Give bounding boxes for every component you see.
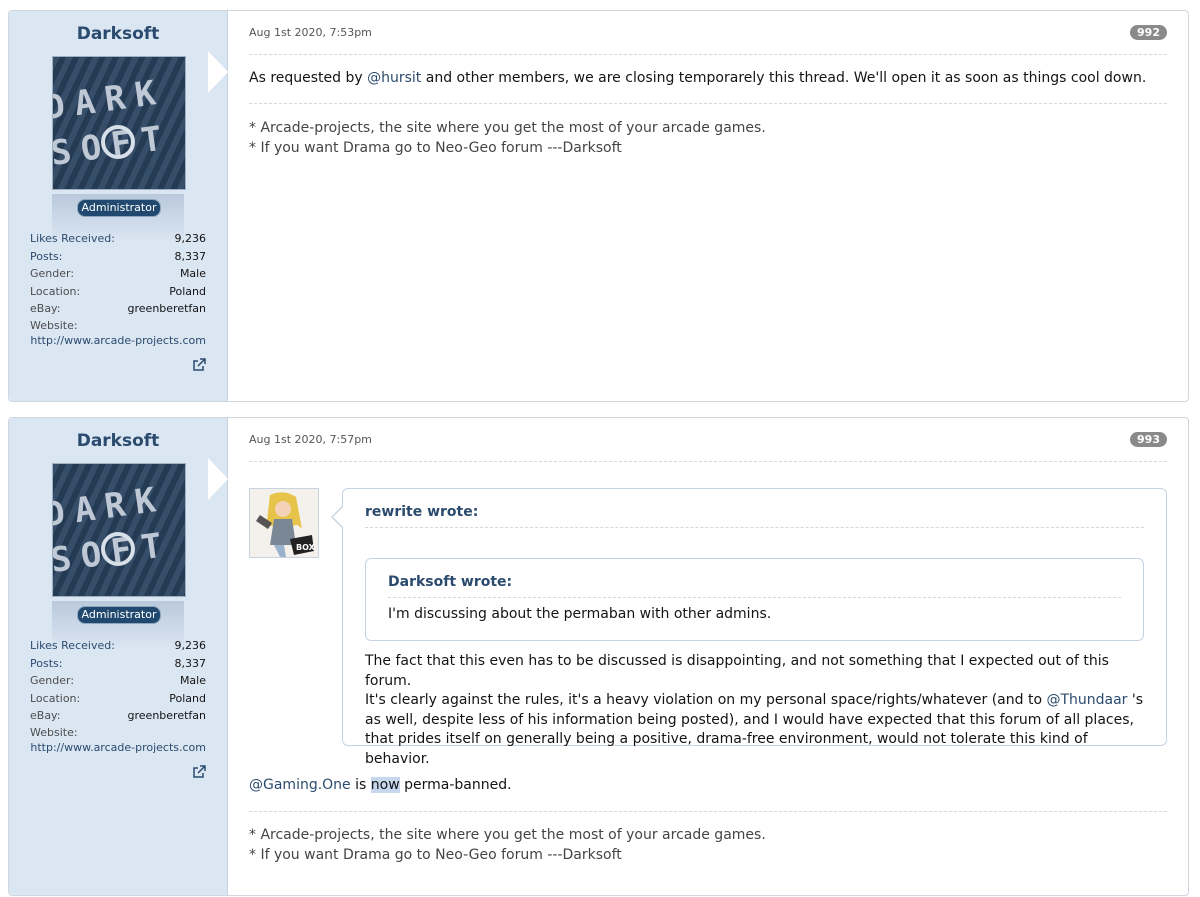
selected-text: now — [370, 777, 400, 793]
post-date[interactable]: Aug 1st 2020, 7:57pm — [249, 433, 372, 446]
mention-link[interactable]: @hursit — [367, 70, 421, 86]
message-text: is — [350, 777, 371, 793]
post-date[interactable]: Aug 1st 2020, 7:53pm — [249, 26, 372, 39]
stat-label: Gender: — [30, 674, 75, 687]
signature-line: * If you want Drama go to Neo-Geo forum … — [249, 139, 622, 156]
quote-block: rewrite wrote: Darksoft wrote: I'm discu… — [331, 488, 1167, 767]
website-label: Website: — [30, 318, 78, 332]
username-link[interactable]: Darksoft — [9, 431, 227, 451]
signature-divider — [249, 811, 1167, 812]
stat-value: 9,236 — [174, 232, 207, 245]
user-title-badge: Administrator — [77, 199, 161, 217]
mention-link[interactable]: @Gaming.One — [249, 777, 351, 793]
user-sidebar: Darksoft DARK SOFT Administrator Likes R… — [9, 418, 228, 895]
signature-line: * Arcade-projects, the site where you ge… — [249, 827, 766, 843]
avatar[interactable]: DARK SOFT — [52, 56, 186, 190]
stat-posts: Posts: 8,337 — [30, 655, 206, 673]
stat-ebay: eBay: greenberetfan — [30, 300, 206, 318]
quote-pointer-fill — [333, 506, 344, 528]
stat-label: eBay: — [30, 302, 61, 315]
post-number-badge[interactable]: 993 — [1130, 432, 1167, 447]
post-pointer — [208, 51, 228, 93]
post-content: Aug 1st 2020, 7:57pm 993 BOX rewrite wro… — [228, 418, 1188, 895]
avatar[interactable]: DARK SOFT — [52, 463, 186, 597]
stat-value: Poland — [169, 691, 206, 705]
message-text: perma-banned. — [399, 777, 512, 793]
stat-ebay: eBay: greenberetfan — [30, 707, 206, 725]
quote-avatar[interactable]: BOX — [249, 488, 319, 558]
stat-value: Poland — [169, 284, 206, 298]
quote-text: The fact that this even has to be discus… — [365, 652, 1148, 769]
divider — [249, 54, 1167, 55]
stat-label: eBay: — [30, 709, 61, 722]
stat-gender: Gender: Male — [30, 672, 206, 690]
post-message: @Gaming.One is now perma-banned. — [249, 776, 1167, 796]
svg-text:BOX: BOX — [296, 543, 316, 552]
nested-quote-text: I'm discussing about the permaban with o… — [388, 606, 772, 622]
stat-label: Gender: — [30, 267, 75, 280]
stat-value: 8,337 — [174, 656, 207, 670]
stat-value: Male — [179, 674, 206, 687]
nested-quote-block: Darksoft wrote: I'm discussing about the… — [365, 558, 1144, 641]
stat-location: Location: Poland — [30, 690, 206, 708]
quote-line: The fact that this even has to be discus… — [365, 653, 1109, 689]
stat-label[interactable]: Likes Received: — [30, 230, 115, 248]
stat-gender: Gender: Male — [30, 265, 206, 283]
mention-link[interactable]: @Thundaar — [1046, 692, 1127, 708]
post-content: Aug 1st 2020, 7:53pm 992 As requested by… — [228, 11, 1188, 401]
message-text: As requested by — [249, 70, 368, 86]
stat-label: Location: — [30, 284, 81, 298]
quote-text-part: It's clearly against the rules, it's a h… — [365, 692, 1047, 708]
website-link[interactable]: http://www.arcade-projects.com — [30, 740, 206, 755]
stat-location: Location: Poland — [30, 283, 206, 301]
stat-label: Location: — [30, 691, 81, 705]
divider — [249, 461, 1167, 462]
stat-value: greenberetfan — [127, 302, 206, 315]
quote-divider — [365, 527, 1144, 528]
stat-label[interactable]: Likes Received: — [30, 637, 115, 655]
external-link-icon[interactable] — [192, 358, 206, 372]
stat-value: 8,337 — [174, 249, 207, 263]
signature-divider — [249, 103, 1167, 104]
website-link[interactable]: http://www.arcade-projects.com — [30, 333, 206, 348]
stat-label[interactable]: Posts: — [30, 248, 62, 266]
message-text: and other members, we are closing tempor… — [421, 70, 1147, 86]
post-message: As requested by @hursit and other member… — [249, 69, 1167, 89]
nested-quote-divider — [388, 597, 1121, 598]
user-title-badge: Administrator — [77, 606, 161, 624]
user-stats: Likes Received: 9,236 Posts: 8,337 Gender:… — [30, 637, 206, 778]
nested-quote-author-link[interactable]: Darksoft wrote: — [388, 574, 512, 590]
website-label: Website: — [30, 725, 78, 739]
post-993: Darksoft DARK SOFT Administrator Likes R… — [8, 417, 1189, 896]
external-link-icon[interactable] — [192, 765, 206, 779]
stat-label[interactable]: Posts: — [30, 655, 62, 673]
avatar-logo-text: DARK SOFT — [52, 478, 175, 582]
quote-paragraph: It's clearly against the rules, it's a h… — [365, 691, 1148, 769]
stat-posts: Posts: 8,337 — [30, 248, 206, 266]
stat-value: 9,236 — [174, 639, 207, 652]
signature-line: * If you want Drama go to Neo-Geo forum … — [249, 846, 622, 863]
username-link[interactable]: Darksoft — [9, 24, 227, 44]
user-stats: Likes Received: 9,236 Posts: 8,337 Gender:… — [30, 230, 206, 371]
post-992: Darksoft DARK SOFT Administrator Likes R… — [8, 10, 1189, 402]
post-pointer — [208, 458, 228, 500]
avatar-logo-ring — [101, 125, 135, 159]
signature: * Arcade-projects, the site where you ge… — [249, 119, 1167, 158]
user-sidebar: Darksoft DARK SOFT Administrator Likes R… — [9, 11, 228, 401]
signature: * Arcade-projects, the site where you ge… — [249, 826, 1167, 865]
stat-likes: Likes Received: 9,236 — [30, 230, 206, 248]
signature-line: * Arcade-projects, the site where you ge… — [249, 120, 766, 136]
anime-avatar-icon: BOX — [250, 489, 318, 557]
avatar-logo-ring — [101, 532, 135, 566]
stat-value: greenberetfan — [127, 709, 206, 722]
stat-value: Male — [179, 267, 206, 280]
quote-author-link[interactable]: rewrite wrote: — [365, 504, 478, 520]
avatar-logo-text: DARK SOFT — [52, 71, 175, 175]
post-number-badge[interactable]: 992 — [1130, 25, 1167, 40]
stat-likes: Likes Received: 9,236 — [30, 637, 206, 655]
